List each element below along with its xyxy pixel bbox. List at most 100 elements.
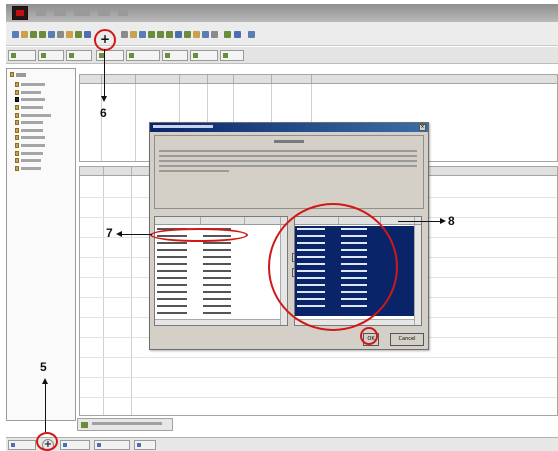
cancel-button[interactable]: Cancel bbox=[390, 333, 424, 346]
device-icon bbox=[15, 89, 19, 95]
annotation-6-label: 6 bbox=[100, 106, 107, 120]
column-header[interactable] bbox=[80, 167, 104, 175]
toolbar-icon[interactable] bbox=[21, 31, 28, 38]
toolbar-tab-button[interactable] bbox=[126, 50, 160, 61]
annotation-5-label: 5 bbox=[40, 360, 47, 374]
toolbar-tab-button[interactable] bbox=[162, 50, 188, 61]
tree-list bbox=[15, 81, 51, 172]
toolbar-icon[interactable] bbox=[184, 31, 191, 38]
column-header[interactable] bbox=[208, 75, 234, 83]
list-item[interactable] bbox=[155, 311, 245, 317]
column-header[interactable] bbox=[155, 217, 201, 224]
highlight-ring-ok-button bbox=[360, 327, 378, 345]
toolbar-icon[interactable] bbox=[39, 31, 46, 38]
grid-header bbox=[80, 75, 557, 84]
list-item[interactable] bbox=[155, 255, 245, 261]
tab-icon bbox=[81, 422, 88, 428]
column-header[interactable] bbox=[245, 217, 281, 224]
status-button[interactable] bbox=[60, 440, 90, 450]
menu-item[interactable] bbox=[98, 8, 110, 16]
toolbar-icon[interactable] bbox=[248, 31, 255, 38]
tree-item[interactable] bbox=[15, 157, 51, 165]
tree-item[interactable] bbox=[15, 89, 51, 97]
list-item[interactable] bbox=[155, 276, 245, 282]
close-icon[interactable]: × bbox=[419, 124, 426, 131]
device-icon bbox=[15, 112, 19, 118]
toolbar-icon[interactable] bbox=[57, 31, 64, 38]
toolbar-icon[interactable] bbox=[84, 31, 91, 38]
column-header[interactable] bbox=[234, 75, 272, 83]
status-button[interactable] bbox=[94, 440, 130, 450]
horizontal-scrollbar[interactable] bbox=[155, 319, 281, 325]
tree-item[interactable] bbox=[15, 142, 51, 150]
toolbar-icon[interactable] bbox=[48, 31, 55, 38]
toolbar-icon[interactable] bbox=[175, 31, 182, 38]
toolbar-tab-button[interactable] bbox=[38, 50, 64, 61]
tree-item[interactable] bbox=[15, 104, 51, 112]
menu-item[interactable] bbox=[54, 8, 66, 16]
tree-item[interactable] bbox=[15, 134, 51, 142]
toolbar-tab-button[interactable] bbox=[220, 50, 244, 61]
highlight-ring-status-add bbox=[36, 432, 58, 451]
dialog-title-bar: × bbox=[150, 123, 428, 132]
column-header[interactable] bbox=[80, 75, 102, 83]
list-item[interactable] bbox=[155, 290, 245, 296]
toolbar-icon[interactable] bbox=[121, 31, 128, 38]
menu-item[interactable] bbox=[36, 8, 46, 16]
toolbar-icon[interactable] bbox=[30, 31, 37, 38]
device-icon bbox=[15, 97, 19, 103]
tree-item[interactable] bbox=[15, 165, 51, 173]
list-item[interactable] bbox=[155, 269, 245, 275]
application-window: + + × OK Cancel 6 7 8 5 bbox=[0, 0, 558, 451]
list-item[interactable] bbox=[155, 304, 245, 310]
toolbar-icon[interactable] bbox=[193, 31, 200, 38]
toolbar-tab-button[interactable] bbox=[96, 50, 124, 61]
column-header[interactable] bbox=[104, 167, 132, 175]
app-logo-icon bbox=[12, 6, 28, 20]
list-item[interactable] bbox=[155, 262, 245, 268]
status-button[interactable] bbox=[134, 440, 156, 450]
column-header[interactable] bbox=[201, 217, 245, 224]
dialog-description bbox=[159, 148, 421, 172]
toolbar-icon[interactable] bbox=[202, 31, 209, 38]
toolbar-icon[interactable] bbox=[234, 31, 241, 38]
tree-item[interactable] bbox=[15, 127, 51, 135]
tree-item[interactable] bbox=[15, 149, 51, 157]
tree-item[interactable] bbox=[15, 96, 51, 104]
toolbar-icon[interactable] bbox=[157, 31, 164, 38]
tree-item[interactable] bbox=[15, 81, 51, 89]
status-button[interactable] bbox=[8, 440, 36, 450]
toolbar-icon[interactable] bbox=[148, 31, 155, 38]
menu-item[interactable] bbox=[74, 8, 90, 16]
list-item[interactable] bbox=[155, 283, 245, 289]
toolbar-icon[interactable] bbox=[211, 31, 218, 38]
device-icon bbox=[15, 105, 19, 111]
list-item[interactable] bbox=[155, 248, 245, 254]
toolbar-icon[interactable] bbox=[75, 31, 82, 38]
toolbar-icon[interactable] bbox=[166, 31, 173, 38]
toolbar-icon[interactable] bbox=[66, 31, 73, 38]
bottom-tab[interactable] bbox=[77, 418, 173, 431]
highlight-ring-selected-list bbox=[268, 203, 398, 331]
tree-item[interactable] bbox=[15, 119, 51, 127]
toolbar-tab-button[interactable] bbox=[66, 50, 92, 61]
toolbar-icon[interactable] bbox=[139, 31, 146, 38]
vertical-scrollbar[interactable] bbox=[414, 225, 421, 325]
device-icon bbox=[15, 82, 19, 88]
column-header[interactable] bbox=[136, 75, 180, 83]
toolbar-icon[interactable] bbox=[224, 31, 231, 38]
column-header[interactable] bbox=[180, 75, 208, 83]
column-header[interactable] bbox=[272, 75, 312, 83]
tree-root[interactable] bbox=[10, 72, 26, 77]
device-icon bbox=[15, 135, 19, 141]
toolbar-icon[interactable] bbox=[130, 31, 137, 38]
toolbar-tab-button[interactable] bbox=[8, 50, 36, 61]
menu-item[interactable] bbox=[118, 8, 128, 16]
annotation-6-line bbox=[104, 49, 105, 97]
toolbar-icon[interactable] bbox=[12, 31, 19, 38]
list-item[interactable] bbox=[155, 297, 245, 303]
highlight-ring-toolbar-add bbox=[94, 29, 116, 51]
tree-item[interactable] bbox=[15, 111, 51, 119]
column-header[interactable] bbox=[102, 75, 136, 83]
toolbar-tab-button[interactable] bbox=[190, 50, 218, 61]
